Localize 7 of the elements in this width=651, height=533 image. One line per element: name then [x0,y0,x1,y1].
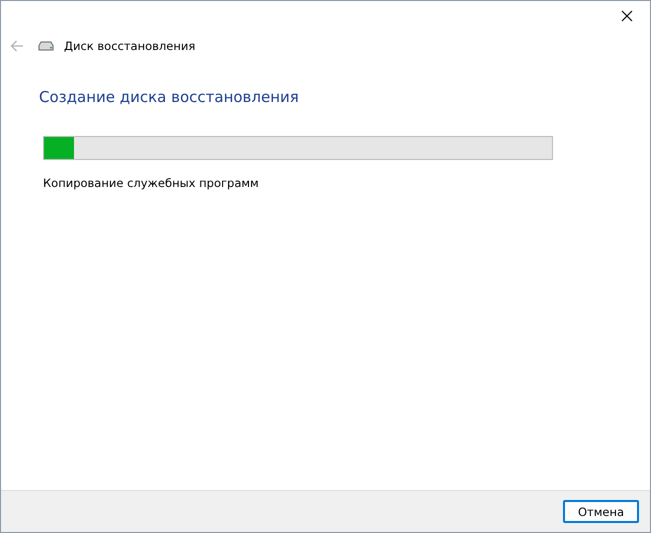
page-heading: Создание диска восстановления [39,88,300,106]
back-arrow-icon [10,40,24,52]
drive-icon [38,41,54,51]
window-title: Диск восстановления [64,39,196,53]
close-icon [621,10,633,22]
cancel-button[interactable]: Отмена [563,500,639,523]
status-text: Копирование служебных программ [43,176,260,190]
